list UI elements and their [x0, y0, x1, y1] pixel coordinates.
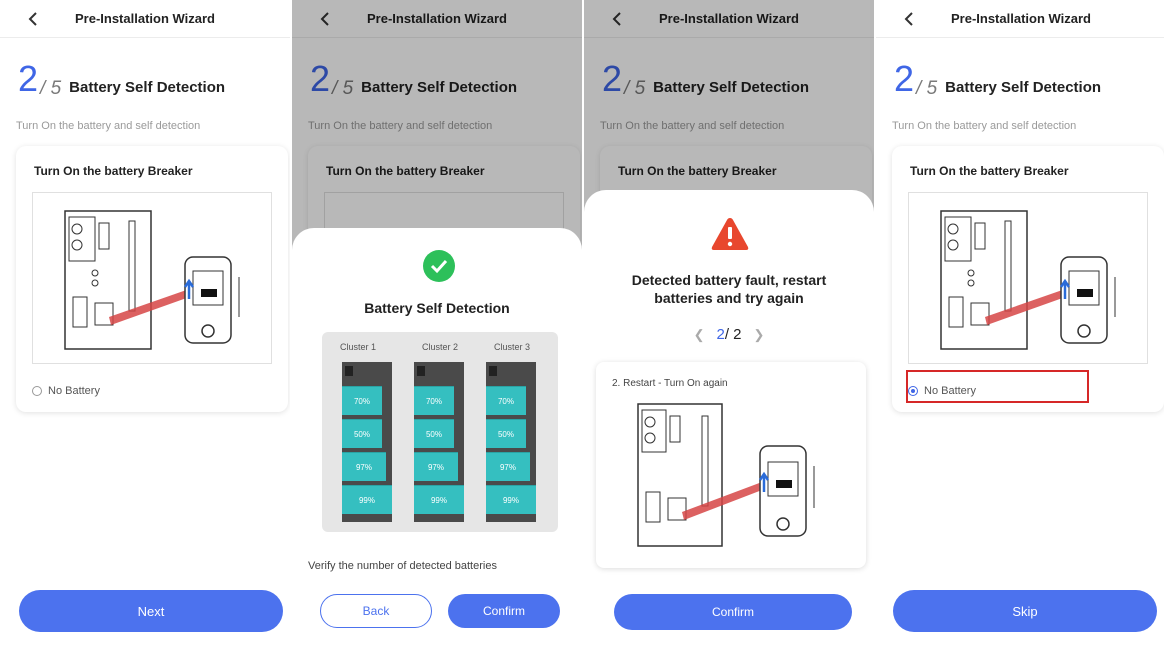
battery-cell: 70% — [414, 386, 454, 415]
step-total: / 5 — [916, 78, 938, 99]
breaker-card: Turn On the battery Breaker — [16, 146, 288, 412]
breaker-illustration — [610, 396, 850, 556]
battery-cell: 99% — [486, 485, 536, 514]
cluster-label: Cluster 2 — [421, 342, 458, 352]
page-title: Pre-Installation Wizard — [950, 11, 1092, 26]
no-battery-radio[interactable]: No Battery — [32, 382, 100, 400]
wizard-screen-4: Pre-Installation Wizard 2/ 5 Battery Self… — [876, 0, 1164, 657]
wizard-screen-1: Pre-Installation Wizard 2/ 5 Battery Self… — [0, 0, 290, 657]
breaker-illustration — [32, 192, 272, 364]
back-button[interactable]: Back — [320, 594, 432, 628]
app-header: Pre-Installation Wizard — [0, 0, 290, 38]
step-title: Battery Self Detection — [945, 79, 1102, 96]
fault-message-line1: Detected battery fault, restart — [631, 272, 827, 288]
step-current: 2 — [18, 58, 39, 99]
self-detection-sheet: Battery Self Detection Cluster 1 Cluster… — [292, 228, 582, 657]
confirm-button[interactable]: Confirm — [614, 594, 852, 630]
cluster-cap — [345, 366, 353, 376]
wizard-screen-3: Pre-Installation Wizard 2/ 5 Battery Self… — [584, 0, 874, 657]
pager-total: / 2 — [724, 326, 742, 343]
confirm-button[interactable]: Confirm — [448, 594, 560, 628]
cluster-label: Cluster 1 — [339, 342, 376, 352]
chevron-left-icon[interactable]: ❮ — [694, 327, 705, 342]
card-title: Turn On the battery Breaker — [910, 164, 1069, 178]
card-title: Turn On the battery Breaker — [34, 164, 193, 178]
chevron-right-icon[interactable]: ❯ — [754, 327, 765, 342]
cluster-cap — [489, 366, 497, 376]
step-total: / 5 — [40, 78, 62, 99]
highlight-box — [906, 370, 1089, 403]
cluster-column: 70% 50% 97% 99% — [414, 362, 464, 522]
battery-cell: 50% — [342, 419, 382, 448]
battery-cell: 97% — [414, 452, 458, 481]
battery-cell: 70% — [486, 386, 526, 415]
radio-unchecked-icon[interactable] — [32, 386, 42, 396]
warning-triangle-icon — [710, 216, 750, 252]
step-subtitle: Turn On the battery and self detection — [16, 120, 201, 132]
next-button[interactable]: Next — [19, 590, 283, 632]
fault-message-line2: batteries and try again — [654, 290, 804, 306]
breaker-illustration — [908, 192, 1148, 364]
pager-current: 2 — [716, 326, 725, 343]
battery-cell: 50% — [486, 419, 526, 448]
cluster-label: Cluster 3 — [493, 342, 530, 352]
app-header: Pre-Installation Wizard — [876, 0, 1164, 38]
battery-cell: 70% — [342, 386, 382, 415]
battery-cell: 99% — [414, 485, 464, 514]
no-battery-label: No Battery — [48, 385, 100, 397]
modal-title: Battery Self Detection — [364, 300, 510, 316]
cluster-column: 70% 50% 97% 99% — [342, 362, 392, 522]
success-check-icon — [423, 250, 455, 282]
page-title: Pre-Installation Wizard — [74, 11, 216, 26]
step-indicator: 2/ 5 Battery Self Detection — [18, 58, 225, 100]
step-subtitle: Turn On the battery and self detection — [892, 120, 1077, 132]
step-current: 2 — [894, 58, 915, 99]
step-indicator: 2/ 5 Battery Self Detection — [894, 58, 1101, 100]
battery-cell: 97% — [486, 452, 530, 481]
battery-cell: 99% — [342, 485, 392, 514]
restart-step-card: 2. Restart - Turn On again — [596, 362, 866, 568]
breaker-card: Turn On the battery Breaker — [892, 146, 1164, 412]
cluster-panel: Cluster 1 Cluster 2 Cluster 3 70% 50% 97… — [322, 332, 558, 532]
battery-fault-sheet: Detected battery fault, restart batterie… — [584, 190, 874, 657]
restart-step-text: 2. Restart - Turn On again — [612, 378, 728, 389]
skip-button[interactable]: Skip — [893, 590, 1157, 632]
wizard-screen-2: Pre-Installation Wizard 2/ 5 Battery Self… — [292, 0, 582, 657]
battery-cell: 97% — [342, 452, 386, 481]
step-title: Battery Self Detection — [69, 79, 226, 96]
cluster-column: 70% 50% 97% 99% — [486, 362, 536, 522]
step-pager: ❮ 2/ 2 ❯ — [584, 326, 874, 343]
cluster-cap — [417, 366, 425, 376]
verify-text: Verify the number of detected batteries — [308, 560, 497, 572]
battery-cell: 50% — [414, 419, 454, 448]
